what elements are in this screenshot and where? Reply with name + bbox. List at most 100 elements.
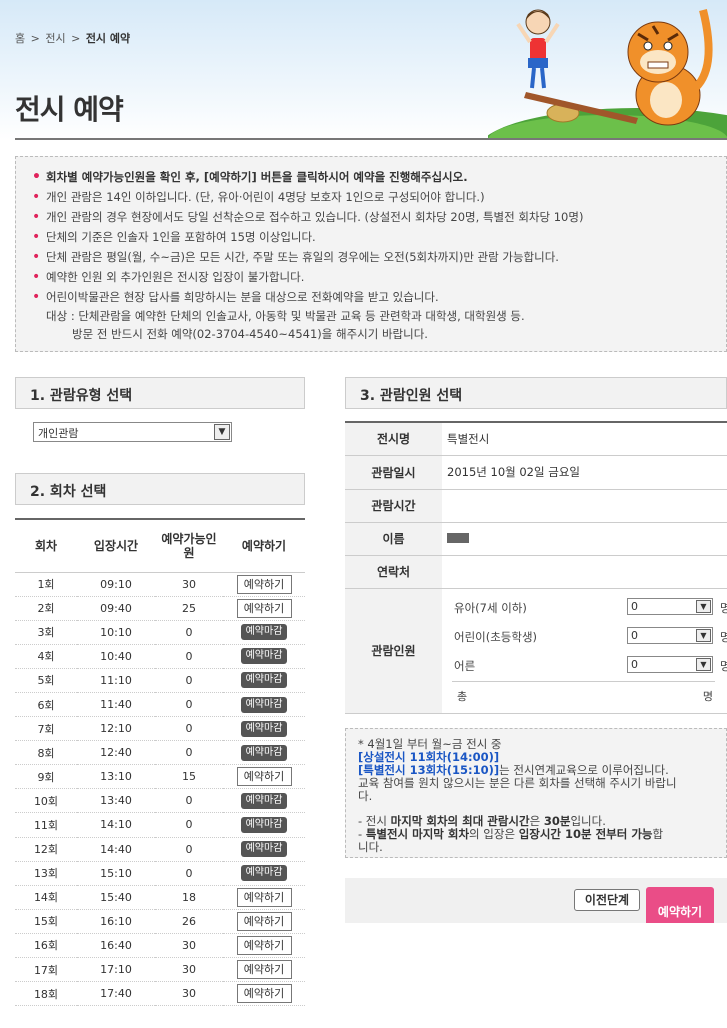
session-time: 10:10 <box>77 620 155 645</box>
adult-count-select[interactable]: 0 ▼ <box>627 655 713 673</box>
session-available: 26 <box>155 909 223 934</box>
table-row: 17회 17:10 30 예약하기 <box>15 957 305 983</box>
table-row: 12회 14:40 0 예약마감 <box>15 837 305 862</box>
tiger-eye <box>663 41 673 51</box>
infant-count-select[interactable]: 0 ▼ <box>627 597 713 615</box>
session-number: 13회 <box>15 861 77 886</box>
form-row-contact: 연락처 <box>345 555 727 589</box>
session-available: 30 <box>155 957 223 983</box>
session-time: 15:40 <box>77 885 155 910</box>
breadcrumb: 홈 > 전시 > 전시 예약 <box>15 30 132 46</box>
notice-item: 개인 관람은 14인 이하입니다. (단, 유아·어린이 4명당 보호자 1인으… <box>32 187 712 207</box>
session-number: 14회 <box>15 885 77 910</box>
session-action-cell: 예약하기 <box>223 764 305 790</box>
page-title: 전시 예약 <box>15 93 124 126</box>
table-row: 4회 10:40 0 예약마감 <box>15 644 305 669</box>
girl-skirt <box>528 58 548 68</box>
info-text: 합 <box>652 827 664 841</box>
info-line: 교육 참여를 원치 않으시는 분은 다른 회차를 선택해 주시기 바랍니 <box>358 776 677 790</box>
session-time: 13:40 <box>77 788 155 814</box>
child-count-select[interactable]: 0 ▼ <box>627 626 713 644</box>
closed-badge: 예약마감 <box>241 720 287 737</box>
session-action-cell: 예약마감 <box>223 668 305 693</box>
session-available: 0 <box>155 837 223 862</box>
reserve-button[interactable]: 예약하기 <box>236 911 292 931</box>
tiger-teeth <box>647 61 669 69</box>
closed-badge: 예약마감 <box>241 865 287 882</box>
session-action-cell: 예약마감 <box>223 837 305 862</box>
session-available: 15 <box>155 764 223 790</box>
count-label: 유아(7세 이하) <box>454 600 527 615</box>
info-text: 은 <box>529 814 544 828</box>
visit-type-select[interactable]: 개인관람 ▼ <box>33 422 232 442</box>
session-available: 0 <box>155 861 223 886</box>
table-row: 16회 16:40 30 예약하기 <box>15 933 305 959</box>
session-available: 30 <box>155 981 223 1007</box>
session-action-cell: 예약하기 <box>223 596 305 621</box>
closed-badge: 예약마감 <box>241 792 287 809</box>
chevron-down-icon[interactable]: ▼ <box>696 599 711 613</box>
table-row: 18회 17:40 30 예약하기 <box>15 981 305 1007</box>
session-available: 0 <box>155 716 223 742</box>
session-time: 12:40 <box>77 740 155 766</box>
notice-item: 회차별 예약가능인원을 확인 후, [예약하기] 버튼을 클릭하시어 예약을 진… <box>32 167 712 187</box>
notice-sub-line: 방문 전 반드시 전화 예약(02-3704-4540~4541)을 해주시기 … <box>72 327 428 341</box>
notice-item: 어린이박물관은 현장 답사를 희망하시는 분을 대상으로 전화예약을 받고 있습… <box>32 287 712 307</box>
info-text: 는 전시연계교육으로 이루어집니다. <box>499 763 669 777</box>
session-available: 0 <box>155 620 223 645</box>
girl-leg <box>540 67 546 89</box>
session-number: 11회 <box>15 812 77 838</box>
info-box: * 4월1일 부터 월~금 전시 중 [상설전시 11회차(14:00)] [특… <box>345 728 727 858</box>
tiger-belly <box>650 82 682 118</box>
chevron-down-icon[interactable]: ▼ <box>696 657 711 671</box>
session-action-cell: 예약하기 <box>223 957 305 983</box>
chevron-down-icon[interactable]: ▼ <box>214 424 230 440</box>
info-highlight: [특별전시 13회차(15:10)] <box>358 763 500 777</box>
session-number: 18회 <box>15 981 77 1007</box>
table-row: 9회 13:10 15 예약하기 <box>15 764 305 790</box>
chevron-down-icon[interactable]: ▼ <box>696 628 711 642</box>
section-visitors-header: 3. 관람인원 선택 <box>345 377 727 409</box>
reserve-button[interactable]: 예약하기 <box>236 767 292 787</box>
session-available: 0 <box>155 788 223 814</box>
exhibit-label: 전시명 <box>345 422 442 456</box>
count-value: 0 <box>631 657 638 671</box>
session-number: 1회 <box>15 572 77 597</box>
count-row-child: 어린이(초등학생) 0 ▼ 명 <box>442 623 727 652</box>
session-action-cell: 예약하기 <box>223 572 305 597</box>
breadcrumb-exhibition[interactable]: 전시 <box>45 32 65 45</box>
closed-badge: 예약마감 <box>241 696 287 713</box>
previous-step-button[interactable]: 이전단계 <box>574 889 640 911</box>
session-action-cell: 예약마감 <box>223 788 305 814</box>
table-row: 14회 15:40 18 예약하기 <box>15 885 305 910</box>
info-line: 다. <box>358 789 373 803</box>
table-row: 8회 12:40 0 예약마감 <box>15 740 305 766</box>
col-header-session: 회차 <box>15 518 77 573</box>
col-header-available-line: 원 <box>183 545 195 560</box>
breadcrumb-home[interactable]: 홈 <box>15 32 25 45</box>
count-unit: 명 <box>720 600 727 615</box>
reserve-button[interactable]: 예약하기 <box>236 960 292 980</box>
reserve-button[interactable]: 예약하기 <box>236 935 292 955</box>
notice-item: 개인 관람의 경우 현장에서도 당일 선착순으로 접수하고 있습니다. (상설전… <box>32 207 712 227</box>
form-row-date: 관람일시 2015년 10월 02일 금요일 <box>345 455 727 490</box>
header-illustration <box>488 9 727 140</box>
session-time: 09:40 <box>77 596 155 621</box>
reserve-button[interactable]: 예약하기 <box>236 574 292 594</box>
submit-reservation-button[interactable]: 예약하기 <box>646 887 714 923</box>
session-action-cell: 예약하기 <box>223 909 305 934</box>
session-time: 11:10 <box>77 668 155 693</box>
table-row: 11회 14:10 0 예약마감 <box>15 812 305 838</box>
header-divider <box>15 138 727 140</box>
reserve-button[interactable]: 예약하기 <box>236 598 292 618</box>
session-time: 09:10 <box>77 572 155 597</box>
tiger-eye <box>643 41 653 51</box>
time-value <box>442 489 727 523</box>
count-value: 0 <box>631 628 638 642</box>
col-header-available-line: 예약가능인 <box>161 531 217 546</box>
notice-sub-line: 대상 : 단체관람을 예약한 단체의 인솔교사, 아동학 및 박물관 교육 등 … <box>46 309 525 323</box>
closed-badge: 예약마감 <box>241 672 287 689</box>
count-row-infant: 유아(7세 이하) 0 ▼ 명 <box>442 594 727 623</box>
reserve-button[interactable]: 예약하기 <box>236 887 292 907</box>
reserve-button[interactable]: 예약하기 <box>236 984 292 1004</box>
